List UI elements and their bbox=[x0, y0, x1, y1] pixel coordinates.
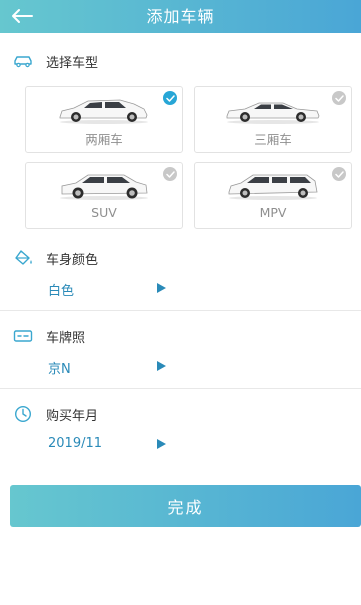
triangle-right-icon bbox=[157, 361, 166, 371]
color-value: 白色 bbox=[48, 284, 75, 299]
check-unselected-icon bbox=[332, 91, 346, 105]
car-option-label: MPV bbox=[259, 205, 287, 220]
purchase-title: 购买年月 bbox=[46, 408, 99, 424]
car-option-label: SUV bbox=[91, 205, 117, 220]
car-option-mpv[interactable]: MPV bbox=[194, 162, 352, 229]
car-icon bbox=[12, 52, 34, 70]
hatchback-car-image bbox=[59, 99, 148, 124]
triangle-right-icon bbox=[157, 283, 166, 293]
plate-title: 车牌照 bbox=[46, 330, 86, 346]
divider bbox=[0, 310, 361, 311]
triangle-right-icon bbox=[157, 439, 166, 449]
mpv-car-image bbox=[228, 174, 318, 200]
done-button[interactable]: 完成 bbox=[10, 485, 361, 527]
paint-bucket-icon bbox=[12, 249, 34, 267]
car-option-hatchback[interactable]: 两厢车 bbox=[25, 86, 183, 153]
page-title: 添加车辆 bbox=[146, 7, 215, 26]
check-unselected-icon bbox=[163, 167, 177, 181]
car-type-title: 选择车型 bbox=[46, 55, 99, 71]
license-plate-icon bbox=[12, 327, 34, 345]
plate-section-header: 车牌照 bbox=[12, 326, 85, 346]
divider bbox=[0, 388, 361, 389]
car-option-label: 两厢车 bbox=[85, 132, 123, 147]
check-selected-icon bbox=[163, 91, 177, 105]
car-option-sedan[interactable]: 三厢车 bbox=[194, 86, 352, 153]
clock-icon bbox=[12, 405, 34, 423]
color-selector[interactable]: 白色 bbox=[0, 274, 361, 304]
plate-selector[interactable]: 京N bbox=[0, 352, 361, 382]
sedan-car-image bbox=[226, 102, 320, 124]
car-option-label: 三厢车 bbox=[254, 132, 292, 147]
color-title: 车身颜色 bbox=[46, 252, 99, 268]
purchase-date-selector[interactable]: 2019/11 bbox=[0, 430, 361, 460]
suv-car-image bbox=[60, 174, 148, 200]
car-option-suv[interactable]: SUV bbox=[25, 162, 183, 229]
app-header: 添加车辆 bbox=[0, 0, 361, 33]
color-section-header: 车身颜色 bbox=[12, 248, 98, 268]
purchase-section-header: 购买年月 bbox=[12, 404, 98, 424]
purchase-date-value: 2019/11 bbox=[48, 436, 103, 451]
check-unselected-icon bbox=[332, 167, 346, 181]
car-type-section-header: 选择车型 bbox=[12, 51, 98, 71]
plate-value: 京N bbox=[48, 362, 71, 377]
